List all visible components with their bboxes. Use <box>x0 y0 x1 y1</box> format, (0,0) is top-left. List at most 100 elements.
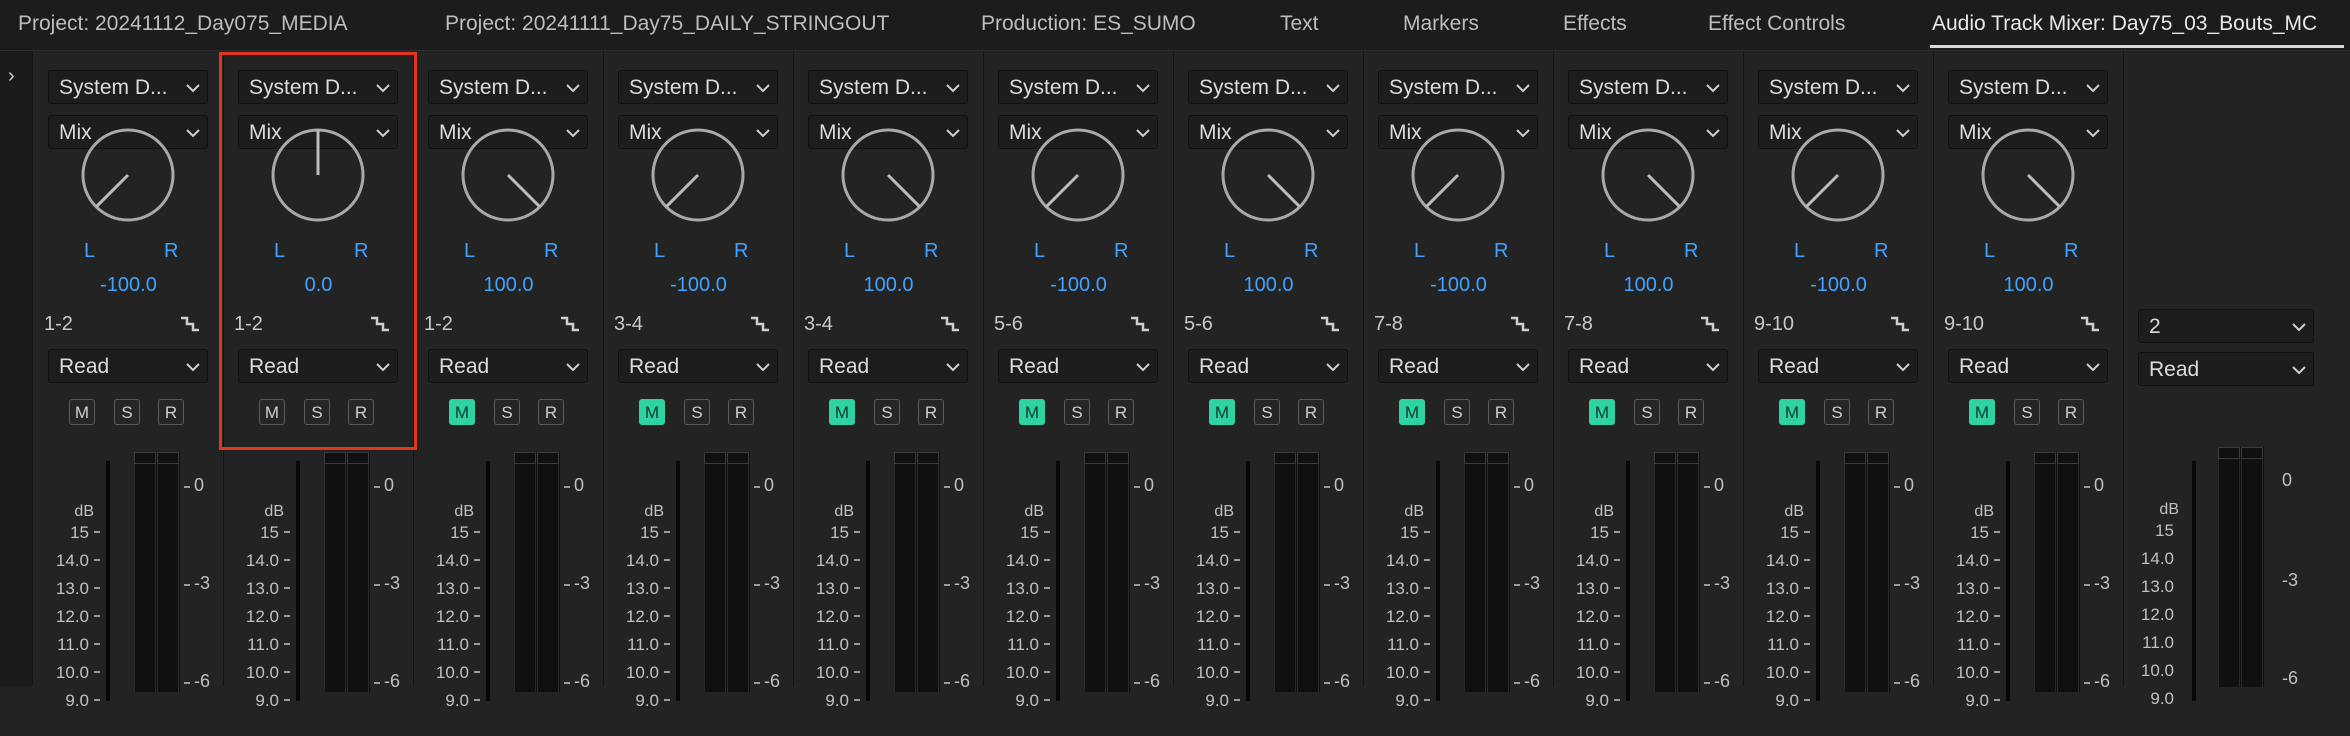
automation-mode-select[interactable]: Read <box>1758 349 1918 383</box>
pan-knob[interactable] <box>1782 119 1894 231</box>
solo-button[interactable]: S <box>684 399 710 425</box>
automation-curve-icon[interactable] <box>939 315 961 338</box>
automation-curve-icon[interactable] <box>1889 315 1911 338</box>
solo-button[interactable]: S <box>2014 399 2040 425</box>
automation-curve-icon[interactable] <box>179 315 201 338</box>
pan-knob[interactable] <box>1022 119 1134 231</box>
mute-button[interactable]: M <box>1019 399 1045 425</box>
record-button[interactable]: R <box>1868 399 1894 425</box>
automation-mode-select[interactable]: Read <box>1568 349 1728 383</box>
pan-value[interactable]: 100.0 <box>794 274 983 297</box>
automation-curve-icon[interactable] <box>559 315 581 338</box>
automation-curve-icon[interactable] <box>2079 315 2101 338</box>
input-select[interactable]: System D... <box>1758 70 1918 104</box>
input-select[interactable]: System D... <box>1188 70 1348 104</box>
pan-knob[interactable] <box>1972 119 2084 231</box>
solo-button[interactable]: S <box>114 399 140 425</box>
solo-button[interactable]: S <box>1064 399 1090 425</box>
master-automation-select[interactable]: Read <box>2138 352 2314 386</box>
master-fader-track[interactable] <box>2192 461 2196 701</box>
mute-button[interactable]: M <box>449 399 475 425</box>
input-select[interactable]: System D... <box>1948 70 2108 104</box>
automation-curve-icon[interactable] <box>1129 315 1151 338</box>
record-button[interactable]: R <box>918 399 944 425</box>
automation-curve-icon[interactable] <box>1509 315 1531 338</box>
fader-track[interactable] <box>106 461 110 701</box>
pan-value[interactable]: 100.0 <box>1554 274 1743 297</box>
fader-track[interactable] <box>676 461 680 701</box>
solo-button[interactable]: S <box>1824 399 1850 425</box>
pan-knob[interactable] <box>72 119 184 231</box>
input-select[interactable]: System D... <box>618 70 778 104</box>
solo-button[interactable]: S <box>304 399 330 425</box>
mute-button[interactable]: M <box>1779 399 1805 425</box>
mute-button[interactable]: M <box>1399 399 1425 425</box>
input-select[interactable]: System D... <box>1378 70 1538 104</box>
pan-knob[interactable] <box>832 119 944 231</box>
pan-value[interactable]: 0.0 <box>224 274 413 297</box>
record-button[interactable]: R <box>1108 399 1134 425</box>
fader-track[interactable] <box>1056 461 1060 701</box>
record-button[interactable]: R <box>2058 399 2084 425</box>
pan-value[interactable]: -100.0 <box>604 274 793 297</box>
tab-3[interactable]: Text <box>1280 12 1319 36</box>
pan-value[interactable]: 100.0 <box>414 274 603 297</box>
tab-5[interactable]: Effects <box>1563 12 1627 36</box>
pan-value[interactable]: -100.0 <box>984 274 1173 297</box>
fader-track[interactable] <box>1816 461 1820 701</box>
fader-track[interactable] <box>296 461 300 701</box>
automation-mode-select[interactable]: Read <box>1948 349 2108 383</box>
pan-value[interactable]: 100.0 <box>1174 274 1363 297</box>
fader-track[interactable] <box>1246 461 1250 701</box>
automation-curve-icon[interactable] <box>749 315 771 338</box>
pan-value[interactable]: -100.0 <box>1364 274 1553 297</box>
tab-4[interactable]: Markers <box>1403 12 1479 36</box>
automation-mode-select[interactable]: Read <box>1188 349 1348 383</box>
automation-mode-select[interactable]: Read <box>48 349 208 383</box>
input-select[interactable]: System D... <box>1568 70 1728 104</box>
pan-value[interactable]: -100.0 <box>1744 274 1933 297</box>
fader-track[interactable] <box>866 461 870 701</box>
fader-track[interactable] <box>1626 461 1630 701</box>
pan-knob[interactable] <box>452 119 564 231</box>
tab-1[interactable]: Project: 20241111_Day75_DAILY_STRINGOUT <box>445 12 889 36</box>
mute-button[interactable]: M <box>639 399 665 425</box>
input-select[interactable]: System D... <box>238 70 398 104</box>
input-select[interactable]: System D... <box>998 70 1158 104</box>
pan-knob[interactable] <box>1402 119 1514 231</box>
master-channel-select[interactable]: 2 <box>2138 309 2314 343</box>
pan-knob[interactable] <box>642 119 754 231</box>
mute-button[interactable]: M <box>259 399 285 425</box>
record-button[interactable]: R <box>158 399 184 425</box>
record-button[interactable]: R <box>1678 399 1704 425</box>
tab-6[interactable]: Effect Controls <box>1708 12 1845 36</box>
mute-button[interactable]: M <box>1969 399 1995 425</box>
tab-7[interactable]: Audio Track Mixer: Day75_03_Bouts_MC <box>1932 12 2317 36</box>
tab-2[interactable]: Production: ES_SUMO <box>981 12 1196 36</box>
pan-knob[interactable] <box>262 119 374 231</box>
automation-mode-select[interactable]: Read <box>618 349 778 383</box>
automation-curve-icon[interactable] <box>369 315 391 338</box>
pan-value[interactable]: -100.0 <box>34 274 223 297</box>
automation-curve-icon[interactable] <box>1319 315 1341 338</box>
record-button[interactable]: R <box>728 399 754 425</box>
input-select[interactable]: System D... <box>428 70 588 104</box>
automation-curve-icon[interactable] <box>1699 315 1721 338</box>
input-select[interactable]: System D... <box>48 70 208 104</box>
solo-button[interactable]: S <box>1254 399 1280 425</box>
record-button[interactable]: R <box>1488 399 1514 425</box>
automation-mode-select[interactable]: Read <box>428 349 588 383</box>
pan-knob[interactable] <box>1592 119 1704 231</box>
automation-mode-select[interactable]: Read <box>998 349 1158 383</box>
mute-button[interactable]: M <box>1589 399 1615 425</box>
record-button[interactable]: R <box>1298 399 1324 425</box>
pan-value[interactable]: 100.0 <box>1934 274 2123 297</box>
pan-knob[interactable] <box>1212 119 1324 231</box>
chevron-right-icon[interactable]: › <box>8 65 15 88</box>
record-button[interactable]: R <box>348 399 374 425</box>
automation-mode-select[interactable]: Read <box>808 349 968 383</box>
automation-mode-select[interactable]: Read <box>238 349 398 383</box>
automation-mode-select[interactable]: Read <box>1378 349 1538 383</box>
solo-button[interactable]: S <box>494 399 520 425</box>
solo-button[interactable]: S <box>874 399 900 425</box>
